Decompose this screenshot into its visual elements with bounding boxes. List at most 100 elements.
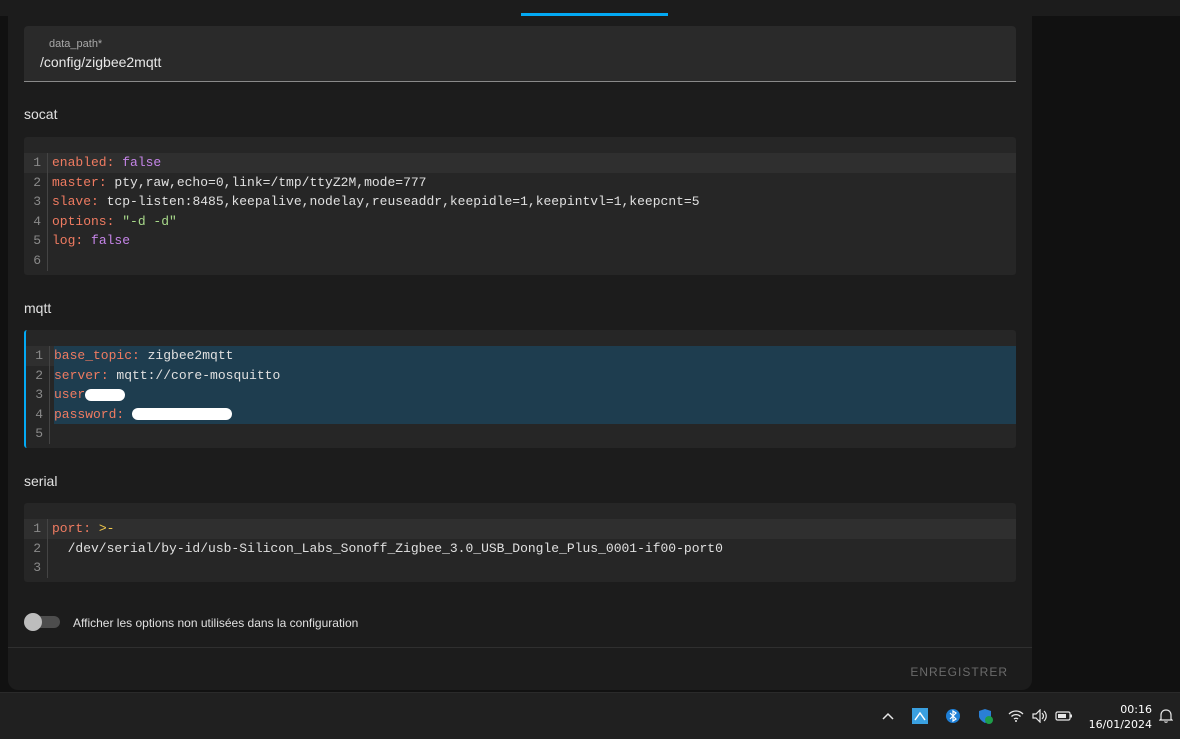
- yaml-key: password: [54, 406, 117, 422]
- yaml-separator: :: [75, 233, 92, 249]
- system-clock[interactable]: 00:16 16/01/2024: [1086, 702, 1152, 732]
- data-path-input[interactable]: /config/zigbee2mqtt: [40, 54, 161, 70]
- right-pane-background: [1032, 16, 1180, 692]
- yaml-separator: :: [98, 174, 115, 190]
- code-line[interactable]: 6: [24, 250, 1016, 271]
- yaml-value: /dev/serial/by-id/usb-Silicon_Labs_Sonof…: [52, 540, 723, 556]
- code-line[interactable]: 2 server: mqtt://core-mosquitto: [26, 365, 1016, 386]
- yaml-value: false: [122, 155, 162, 170]
- show-unused-options-toggle[interactable]: [24, 613, 60, 631]
- code-text: options: "-d -d": [52, 212, 1016, 232]
- line-number: 1: [26, 346, 50, 366]
- code-line[interactable]: 4 options: "-d -d": [24, 211, 1016, 232]
- yaml-key: log: [52, 233, 76, 249]
- code-line[interactable]: 4 password:: [26, 404, 1016, 425]
- configuration-card: data_path* /config/zigbee2mqtt socat 1 en…: [8, 16, 1032, 690]
- code-line[interactable]: 3 user: [26, 385, 1016, 405]
- yaml-value: >-: [98, 521, 115, 536]
- line-number: 2: [26, 365, 50, 386]
- yaml-separator: :: [106, 155, 123, 170]
- line-number: 4: [24, 211, 48, 232]
- line-number: 1: [24, 153, 48, 173]
- yaml-value: pty,raw,echo=0,link=/tmp/ttyZ2M,mode=777: [114, 174, 427, 190]
- line-number: 3: [26, 385, 50, 405]
- code-line[interactable]: 1 port: >-: [24, 519, 1016, 539]
- code-text: password:: [54, 404, 1016, 425]
- line-number: 3: [24, 192, 48, 212]
- code-text: master: pty,raw,echo=0,link=/tmp/ttyZ2M,…: [52, 173, 1016, 193]
- line-number: 5: [24, 231, 48, 251]
- footer-divider: [8, 647, 1032, 648]
- network-app-icon[interactable]: [911, 707, 929, 725]
- wifi-icon[interactable]: [1007, 707, 1025, 725]
- line-number: 2: [24, 172, 48, 193]
- save-button[interactable]: ENREGISTRER: [910, 665, 1008, 679]
- top-tab-bar: [0, 0, 1180, 16]
- yaml-key: user: [54, 387, 86, 403]
- code-line[interactable]: 5: [26, 424, 1016, 444]
- yaml-separator: :: [116, 406, 133, 422]
- code-line[interactable]: 5 log: false: [24, 231, 1016, 251]
- code-text: slave: tcp-listen:8485,keepalive,nodelay…: [52, 192, 1016, 212]
- battery-icon[interactable]: [1055, 707, 1073, 725]
- line-number: 2: [24, 538, 48, 559]
- clock-time: 00:16: [1120, 703, 1152, 716]
- yaml-separator: :: [83, 521, 99, 536]
- mqtt-code-editor[interactable]: 1 base_topic: zigbee2mqtt 2 server: mqtt://…: [24, 330, 1016, 448]
- line-number: 6: [24, 250, 48, 271]
- section-title-socat: socat: [24, 106, 58, 122]
- yaml-value: mqtt://core-mosquitto: [116, 367, 281, 383]
- yaml-separator: :: [100, 367, 117, 383]
- toggle-knob: [24, 613, 42, 631]
- data-path-label: data_path*: [49, 38, 103, 50]
- yaml-key: base_topic: [54, 348, 133, 363]
- section-title-mqtt: mqtt: [24, 300, 52, 316]
- serial-code-editor[interactable]: 1 port: >- 2 /dev/serial/by-id/usb-Silicon…: [24, 503, 1016, 582]
- yaml-key: master: [52, 174, 99, 190]
- line-number: 4: [26, 404, 50, 425]
- yaml-key: options: [52, 213, 107, 229]
- yaml-value: tcp-listen:8485,keepalive,nodelay,reusea…: [106, 194, 700, 210]
- line-number: 5: [26, 424, 50, 444]
- section-title-serial: serial: [24, 473, 58, 489]
- code-line[interactable]: 1 enabled: false: [24, 153, 1016, 173]
- redacted-value: [132, 408, 233, 421]
- yaml-separator: :: [132, 348, 148, 363]
- code-line[interactable]: 2 /dev/serial/by-id/usb-Silicon_Labs_Son…: [24, 538, 1016, 559]
- code-line[interactable]: 2 master: pty,raw,echo=0,link=/tmp/ttyZ2M…: [24, 172, 1016, 193]
- yaml-key: server: [54, 367, 101, 383]
- chevron-up-icon[interactable]: [879, 707, 897, 725]
- yaml-separator: :: [106, 213, 123, 229]
- code-line[interactable]: 3 slave: tcp-listen:8485,keepalive,nodela…: [24, 192, 1016, 212]
- yaml-key: enabled: [52, 155, 107, 170]
- code-text: server: mqtt://core-mosquitto: [54, 365, 1016, 386]
- code-line[interactable]: 1 base_topic: zigbee2mqtt: [26, 346, 1016, 366]
- code-text: base_topic: zigbee2mqtt: [54, 346, 1016, 366]
- socat-code-editor[interactable]: 1 enabled: false 2 master: pty,raw,echo=0,l…: [24, 137, 1016, 275]
- show-unused-options-label: Afficher les options non utilisées dans …: [73, 616, 359, 630]
- redacted-value: [85, 388, 126, 401]
- code-text: port: >-: [52, 519, 1016, 539]
- line-number: 3: [24, 558, 48, 578]
- yaml-value: false: [91, 233, 131, 249]
- windows-taskbar: 00:16 16/01/2024: [0, 692, 1180, 739]
- clock-date: 16/01/2024: [1088, 718, 1152, 731]
- security-shield-icon[interactable]: [976, 707, 994, 725]
- code-text: user: [54, 385, 1016, 405]
- yaml-value: "-d -d": [122, 213, 177, 229]
- yaml-separator: :: [91, 194, 107, 210]
- code-text: log: false: [52, 231, 1016, 251]
- code-text: enabled: false: [52, 153, 1016, 173]
- code-text: /dev/serial/by-id/usb-Silicon_Labs_Sonof…: [52, 539, 1016, 559]
- code-line[interactable]: 3: [24, 558, 1016, 578]
- yaml-value: zigbee2mqtt: [147, 348, 234, 363]
- notification-bell-icon[interactable]: [1157, 707, 1175, 725]
- data-path-field[interactable]: data_path* /config/zigbee2mqtt: [24, 26, 1016, 82]
- line-number: 1: [24, 519, 48, 539]
- yaml-key: port: [52, 521, 84, 536]
- volume-icon[interactable]: [1031, 707, 1049, 725]
- bluetooth-icon[interactable]: [944, 707, 962, 725]
